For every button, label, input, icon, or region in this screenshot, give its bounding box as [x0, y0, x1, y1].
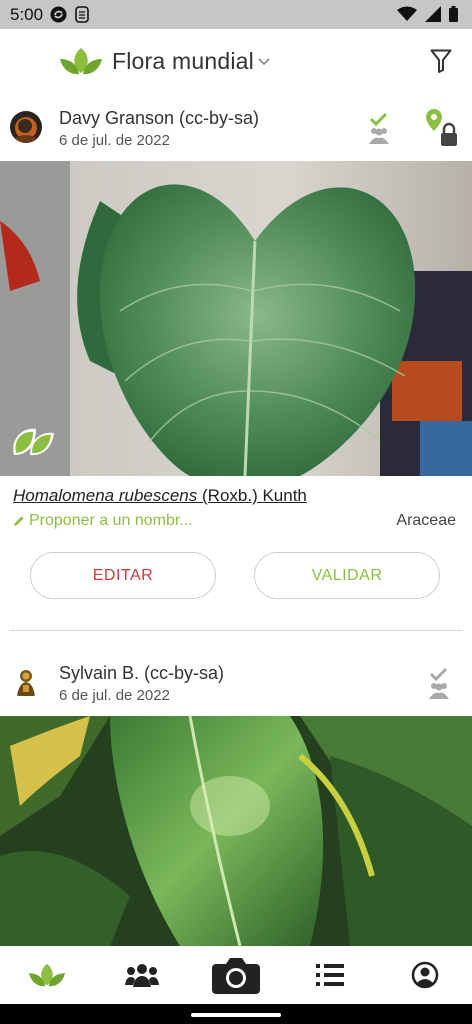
nav-home[interactable]	[17, 951, 77, 999]
status-bar: 5:00	[0, 0, 472, 29]
battery-icon	[449, 6, 458, 22]
camera-icon	[211, 958, 260, 994]
propose-name-link[interactable]: Proponer a un nombr...	[13, 512, 193, 530]
leaf-logo-icon	[60, 48, 102, 75]
observation-date: 6 de jul. de 2022	[59, 687, 170, 704]
leaf-organ-icon	[13, 428, 54, 456]
data-saver-icon	[75, 6, 89, 23]
avatar[interactable]	[10, 666, 42, 698]
filter-button[interactable]	[430, 49, 452, 78]
home-indicator[interactable]	[191, 1013, 281, 1017]
status-time: 5:00	[10, 5, 44, 24]
bottom-navigation	[0, 946, 472, 1004]
observation-photo[interactable]	[0, 716, 472, 946]
author-name[interactable]: Sylvain B. (cc-by-sa)	[59, 663, 224, 684]
group-validated-icon	[429, 667, 449, 699]
community-icon	[124, 964, 159, 987]
propose-label: Proponer a un nombr...	[29, 512, 193, 529]
system-navigation-bar	[0, 1004, 472, 1024]
species-name-link[interactable]: Homalomena rubescens (Roxb.) Kunth	[13, 486, 307, 506]
species-authority: (Roxb.) Kunth	[202, 486, 307, 505]
sync-icon	[50, 6, 67, 23]
flora-selector[interactable]: Flora mundial	[60, 47, 270, 75]
nav-list[interactable]	[300, 951, 360, 999]
signal-icon	[425, 6, 441, 22]
flora-title: Flora mundial	[112, 47, 254, 74]
observation-date: 6 de jul. de 2022	[59, 132, 170, 149]
divider	[10, 630, 462, 631]
leaf-icon	[29, 963, 66, 987]
wifi-icon	[397, 6, 417, 21]
validate-button[interactable]: VALIDAR	[254, 552, 440, 599]
observation-header[interactable]: Davy Granson (cc-by-sa) 6 de jul. de 202…	[0, 99, 472, 163]
nav-profile[interactable]	[395, 951, 455, 999]
edit-button[interactable]: EDITAR	[30, 552, 216, 599]
nav-camera[interactable]	[206, 951, 266, 999]
pencil-icon	[14, 516, 24, 526]
location-lock-icon	[426, 109, 457, 146]
nav-community[interactable]	[112, 951, 172, 999]
filter-icon	[430, 49, 452, 73]
avatar[interactable]	[10, 111, 42, 143]
species-binomial: Homalomena rubescens	[13, 486, 198, 505]
observation-header[interactable]: Sylvain B. (cc-by-sa) 6 de jul. de 2022	[0, 654, 472, 718]
chevron-down-icon	[258, 58, 270, 66]
group-validated-icon	[369, 112, 389, 144]
family-name: Araceae	[396, 512, 456, 529]
profile-icon	[411, 961, 439, 989]
author-name[interactable]: Davy Granson (cc-by-sa)	[59, 108, 259, 129]
app-bar: Flora mundial	[0, 29, 472, 97]
list-icon	[316, 964, 345, 986]
observation-photo[interactable]	[0, 161, 472, 476]
